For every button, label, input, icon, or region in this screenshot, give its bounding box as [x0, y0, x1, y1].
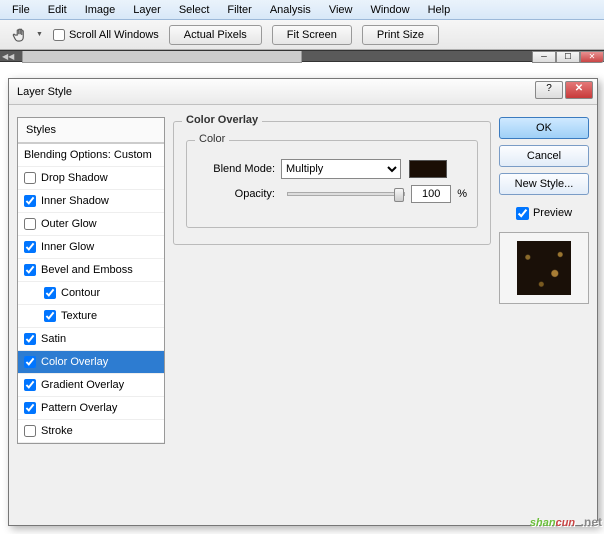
effect-checkbox[interactable] [24, 379, 36, 391]
menu-layer[interactable]: Layer [125, 2, 169, 18]
layer-style-dialog: Layer Style ? ✕ Styles Blending Options:… [8, 78, 598, 526]
effect-label: Inner Glow [41, 241, 94, 253]
doc-maximize-icon[interactable]: ☐ [556, 51, 580, 63]
color-overlay-panel: Color Overlay Color Blend Mode: Multiply… [173, 121, 491, 245]
fit-screen-button[interactable]: Fit Screen [272, 25, 352, 45]
effect-checkbox[interactable] [24, 425, 36, 437]
effect-checkbox[interactable] [24, 264, 36, 276]
blending-options-row[interactable]: Blending Options: Custom [18, 143, 164, 167]
effect-checkbox[interactable] [24, 333, 36, 345]
blend-mode-label: Blend Mode: [197, 163, 281, 175]
actual-pixels-button[interactable]: Actual Pixels [169, 25, 262, 45]
hand-tool-icon[interactable]: ▼ [12, 26, 43, 44]
effect-checkbox[interactable] [24, 402, 36, 414]
scroll-all-checkbox[interactable]: Scroll All Windows [53, 29, 159, 41]
watermark: shancun .net [530, 506, 602, 532]
effect-label: Color Overlay [41, 356, 108, 368]
effect-checkbox[interactable] [24, 172, 36, 184]
dialog-close-icon[interactable]: ✕ [565, 81, 593, 99]
preview-thumbnail-box [499, 232, 589, 304]
menu-file[interactable]: File [4, 2, 38, 18]
dialog-title: Layer Style [17, 86, 72, 98]
menu-edit[interactable]: Edit [40, 2, 75, 18]
menu-bar: File Edit Image Layer Select Filter Anal… [0, 0, 604, 20]
slider-thumb[interactable] [394, 188, 404, 202]
menu-view[interactable]: View [321, 2, 361, 18]
effect-label: Bevel and Emboss [41, 264, 133, 276]
effect-row-bevel-and-emboss[interactable]: Bevel and Emboss [18, 259, 164, 282]
effect-row-drop-shadow[interactable]: Drop Shadow [18, 167, 164, 190]
effect-checkbox[interactable] [24, 218, 36, 230]
effect-row-gradient-overlay[interactable]: Gradient Overlay [18, 374, 164, 397]
document-tab[interactable] [22, 51, 302, 63]
dialog-titlebar[interactable]: Layer Style ? ✕ [9, 79, 597, 105]
effect-label: Stroke [41, 425, 73, 437]
effect-row-texture[interactable]: Texture [18, 305, 164, 328]
effect-checkbox[interactable] [44, 287, 56, 299]
effect-label: Gradient Overlay [41, 379, 124, 391]
menu-image[interactable]: Image [77, 2, 124, 18]
dialog-help-icon[interactable]: ? [535, 81, 563, 99]
effect-label: Outer Glow [41, 218, 97, 230]
effect-label: Texture [61, 310, 97, 322]
effect-row-contour[interactable]: Contour [18, 282, 164, 305]
color-swatch[interactable] [409, 160, 447, 178]
menu-analysis[interactable]: Analysis [262, 2, 319, 18]
opacity-value[interactable]: 100 [411, 185, 451, 203]
panel-title: Color Overlay [182, 114, 262, 126]
opacity-unit: % [457, 188, 467, 200]
cancel-button[interactable]: Cancel [499, 145, 589, 167]
effect-row-pattern-overlay[interactable]: Pattern Overlay [18, 397, 164, 420]
effect-row-inner-shadow[interactable]: Inner Shadow [18, 190, 164, 213]
doc-minimize-icon[interactable]: ─ [532, 51, 556, 63]
effect-checkbox[interactable] [24, 356, 36, 368]
color-group-title: Color [195, 133, 229, 145]
effect-row-stroke[interactable]: Stroke [18, 420, 164, 443]
options-bar: ▼ Scroll All Windows Actual Pixels Fit S… [0, 20, 604, 50]
new-style-button[interactable]: New Style... [499, 173, 589, 195]
effect-checkbox[interactable] [24, 241, 36, 253]
tab-scroll-left-icon[interactable]: ◀◀ [2, 52, 14, 61]
preview-thumbnail [517, 241, 571, 295]
effect-label: Inner Shadow [41, 195, 109, 207]
document-tab-bar: ◀◀ ─ ☐ ✕ [0, 50, 604, 62]
effect-label: Pattern Overlay [41, 402, 117, 414]
effect-row-outer-glow[interactable]: Outer Glow [18, 213, 164, 236]
styles-list: Styles Blending Options: Custom Drop Sha… [17, 117, 165, 444]
ok-button[interactable]: OK [499, 117, 589, 139]
effect-label: Drop Shadow [41, 172, 108, 184]
effect-row-inner-glow[interactable]: Inner Glow [18, 236, 164, 259]
effect-label: Contour [61, 287, 100, 299]
preview-checkbox[interactable] [516, 207, 529, 220]
effect-row-satin[interactable]: Satin [18, 328, 164, 351]
menu-window[interactable]: Window [362, 2, 417, 18]
effect-row-color-overlay[interactable]: Color Overlay [18, 351, 164, 374]
menu-help[interactable]: Help [420, 2, 459, 18]
preview-label: Preview [533, 207, 572, 220]
opacity-label: Opacity: [197, 188, 281, 200]
effect-label: Satin [41, 333, 66, 345]
menu-filter[interactable]: Filter [219, 2, 259, 18]
effect-checkbox[interactable] [44, 310, 56, 322]
effect-checkbox[interactable] [24, 195, 36, 207]
styles-header[interactable]: Styles [18, 118, 164, 143]
tool-dropdown-icon[interactable]: ▼ [36, 31, 43, 38]
doc-close-icon[interactable]: ✕ [580, 51, 604, 63]
print-size-button[interactable]: Print Size [362, 25, 439, 45]
blend-mode-select[interactable]: Multiply [281, 159, 401, 179]
menu-select[interactable]: Select [171, 2, 218, 18]
opacity-slider[interactable] [287, 192, 405, 196]
